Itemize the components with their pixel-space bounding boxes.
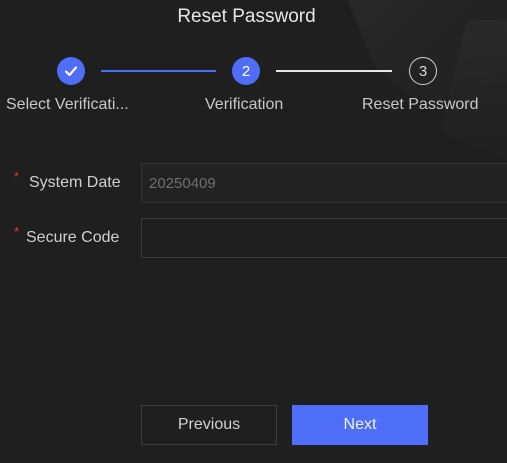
secure-code-row: * Secure Code	[0, 218, 507, 258]
required-marker: *	[14, 224, 20, 239]
system-date-row: * System Date	[0, 163, 507, 203]
step-1-indicator	[57, 57, 85, 85]
dialog-title: Reset Password	[177, 6, 316, 27]
secure-code-input[interactable]	[141, 218, 507, 258]
step-2-label: Verification	[205, 96, 284, 113]
step-3-indicator: 3	[409, 57, 437, 85]
step-2-indicator: 2	[232, 57, 260, 85]
step-connector-1	[101, 70, 216, 72]
step-1-label: Select Verificati...	[6, 96, 129, 113]
step-connector-2	[276, 70, 392, 72]
system-date-field	[141, 163, 507, 203]
secure-code-label: Secure Code	[26, 229, 120, 246]
required-marker: *	[14, 169, 20, 184]
check-icon	[64, 66, 78, 77]
next-button[interactable]: Next	[292, 405, 428, 445]
system-date-label: System Date	[29, 174, 121, 191]
step-3-label: Reset Password	[362, 96, 479, 113]
previous-button[interactable]: Previous	[141, 405, 277, 445]
